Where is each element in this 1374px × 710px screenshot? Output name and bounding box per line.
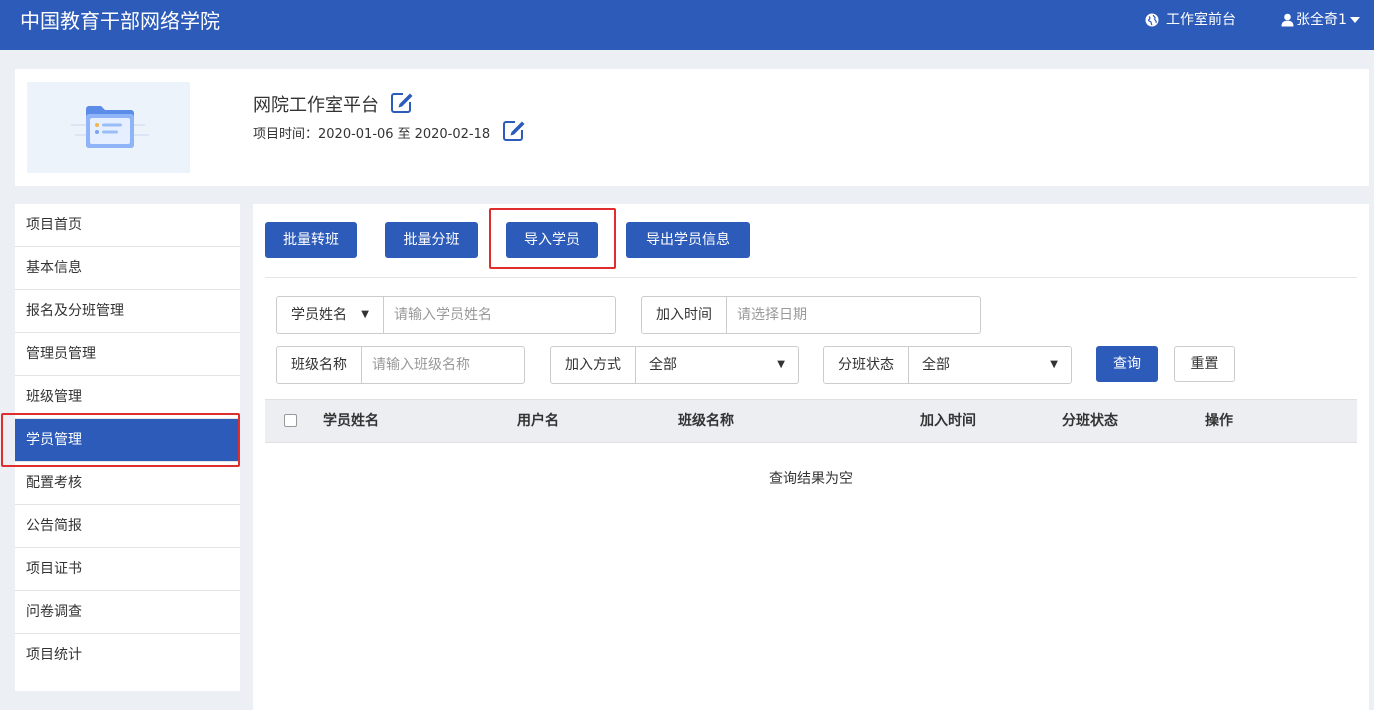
export-students-button[interactable]: 导出学员信息 [626,222,750,258]
join-method-filter: 加入方式 全部 ▼ [550,346,799,384]
chevron-down-icon [1349,17,1360,23]
project-date-separator: 至 [397,126,411,142]
globe-icon [1145,13,1159,27]
project-title: 网院工作室平台 [253,95,379,116]
main-panel: 批量转班 批量分班 导入学员 导出学员信息 学员姓名 ▼ 加入时间 班级名称 加… [253,204,1369,710]
assign-status-filter: 分班状态 全部 ▼ [823,346,1072,384]
empty-result-message: 查询结果为空 [769,471,853,487]
class-name-filter: 班级名称 [276,346,525,384]
column-student-name[interactable]: 学员姓名 [323,400,379,442]
project-info-card: 网院工作室平台 项目时间： 2020-01-06 至 2020-02-18 [15,69,1369,186]
caret-down-icon: ▼ [777,359,785,370]
join-time-filter: 加入时间 [641,296,981,334]
assign-status-select[interactable]: 全部 ▼ [909,347,1071,383]
join-time-input[interactable] [727,297,980,333]
sidebar-nav: 项目首页 基本信息 报名及分班管理 管理员管理 班级管理 学员管理 配置考核 公… [15,204,240,691]
caret-down-icon: ▼ [1050,359,1058,370]
join-time-label: 加入时间 [642,297,727,333]
frontend-link[interactable]: 工作室前台 [1145,10,1236,30]
column-class-name[interactable]: 班级名称 [678,400,734,442]
sidebar-item-classes[interactable]: 班级管理 [15,376,240,419]
column-assign-status[interactable]: 分班状态 [1062,400,1118,442]
sidebar-item-statistics[interactable]: 项目统计 [15,634,240,677]
user-menu[interactable]: 张全奇1 [1281,10,1360,30]
import-students-button[interactable]: 导入学员 [506,222,598,258]
column-actions: 操作 [1205,413,1233,429]
project-time-label: 项目时间： [253,126,319,142]
student-name-filter: 学员姓名 ▼ [276,296,616,334]
join-method-value: 全部 [649,357,677,373]
sidebar-item-assessment[interactable]: 配置考核 [15,462,240,505]
class-name-label: 班级名称 [277,347,362,383]
sidebar-item-home[interactable]: 项目首页 [15,204,240,247]
top-navbar: 中国教育干部网络学院 工作室前台 张全奇1 [0,0,1374,50]
sidebar-item-certificates[interactable]: 项目证书 [15,548,240,591]
column-username[interactable]: 用户名 [517,400,559,442]
join-method-label: 加入方式 [551,347,636,383]
name-type-value: 学员姓名 [291,307,347,323]
sidebar-item-enrollment[interactable]: 报名及分班管理 [15,290,240,333]
column-join-time[interactable]: 加入时间 [920,400,976,442]
table-header: 学员姓名 用户名 班级名称 加入时间 分班状态 操作 [265,399,1357,443]
edit-title-icon[interactable] [390,92,414,120]
site-brand[interactable]: 中国教育干部网络学院 [20,9,220,33]
project-start-date: 2020-01-06 [318,126,394,142]
join-method-select[interactable]: 全部 ▼ [636,347,798,383]
assign-status-label: 分班状态 [824,347,909,383]
select-all-checkbox[interactable] [284,414,297,427]
project-thumbnail [27,82,190,173]
project-time-row: 项目时间： 2020-01-06 至 2020-02-18 [253,120,526,149]
name-type-select[interactable]: 学员姓名 ▼ [277,297,384,333]
sidebar-item-announcements[interactable]: 公告简报 [15,505,240,548]
query-button[interactable]: 查询 [1096,346,1158,382]
student-name-input[interactable] [384,297,615,333]
project-title-row: 网院工作室平台 [253,92,414,120]
sidebar-item-basic-info[interactable]: 基本信息 [15,247,240,290]
edit-time-icon[interactable] [502,120,526,149]
batch-assign-button[interactable]: 批量分班 [385,222,478,258]
user-icon [1281,13,1294,27]
batch-transfer-button[interactable]: 批量转班 [265,222,357,258]
sidebar-item-surveys[interactable]: 问卷调查 [15,591,240,634]
toolbar-divider [265,277,1357,278]
class-name-input[interactable] [362,347,524,383]
reset-button[interactable]: 重置 [1174,346,1235,382]
frontend-link-label: 工作室前台 [1166,12,1236,28]
sidebar-item-students[interactable]: 学员管理 [15,419,240,462]
user-name: 张全奇1 [1296,12,1347,28]
caret-down-icon: ▼ [361,309,369,320]
project-end-date: 2020-02-18 [414,126,491,142]
assign-status-value: 全部 [922,357,950,373]
sidebar-item-admins[interactable]: 管理员管理 [15,333,240,376]
